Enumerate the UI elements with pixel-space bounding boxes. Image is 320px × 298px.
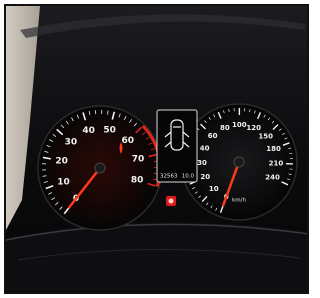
- tachometer-label: 70: [132, 155, 145, 165]
- tachometer-label: 30: [65, 138, 78, 148]
- tachometer-tick: [107, 110, 109, 115]
- speedometer-label: 120: [246, 124, 261, 132]
- tachometer-label: 10: [57, 177, 70, 187]
- speedometer-label: 240: [265, 174, 280, 182]
- tachometer: 01020304050607080: [37, 105, 163, 231]
- tachometer-tick: [42, 175, 47, 177]
- speedometer-label: 10: [209, 185, 219, 193]
- tachometer-label: 20: [55, 156, 68, 166]
- center-display: 32563 10.0: [156, 109, 198, 183]
- odometer-readout: 32563: [160, 174, 178, 180]
- speedometer-label: 100: [232, 121, 247, 129]
- speedometer-label: 210: [269, 159, 284, 167]
- speed-unit-label: km/h: [232, 198, 246, 204]
- speedometer-hub: [233, 156, 245, 168]
- trip-readout: 10.0: [182, 174, 195, 180]
- instrument-cluster-photo: 01020304050607080 0102030406080100120150…: [5, 6, 310, 292]
- speedometer-label: 150: [258, 132, 273, 140]
- speedometer-label: 20: [200, 173, 210, 181]
- tachometer-label: 40: [82, 126, 95, 136]
- tachometer-label: 80: [131, 176, 144, 186]
- speedometer-label: 30: [197, 159, 207, 167]
- tachometer-hub: [94, 162, 106, 174]
- tachometer-label: 50: [103, 126, 116, 136]
- tachometer-label: 60: [122, 136, 135, 146]
- speedometer-label: 180: [266, 145, 281, 153]
- speedometer-label: 40: [200, 144, 210, 152]
- speedometer-label: 60: [208, 132, 218, 140]
- speedometer-label: 80: [220, 124, 230, 132]
- center-screen: [156, 109, 198, 183]
- engine-warning-icon: [166, 196, 176, 206]
- speedometer: 0102030406080100120150180210240 km/h: [180, 103, 298, 221]
